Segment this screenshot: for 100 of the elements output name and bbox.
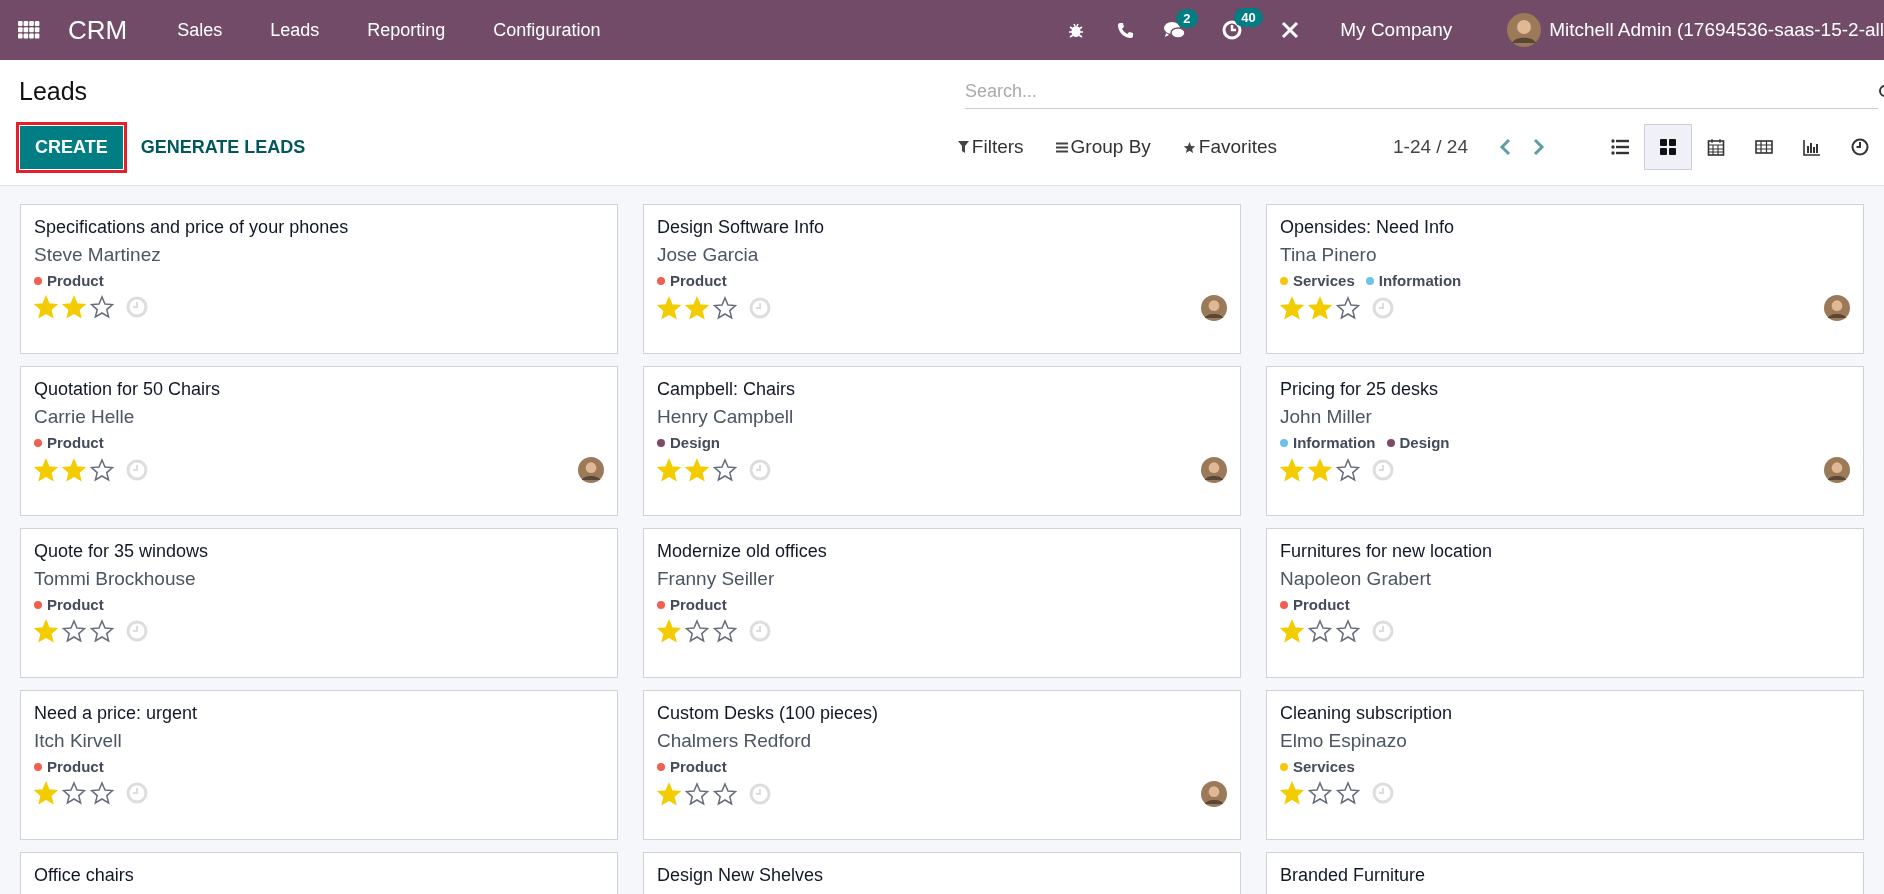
customer-name: Napoleon Grabert [1280, 568, 1433, 590]
create-button[interactable]: CREATE [20, 125, 123, 169]
priority-stars[interactable] [1280, 458, 1360, 482]
lead-title: Quotation for 50 Chairs [34, 379, 222, 400]
user-avatar-icon[interactable] [1507, 13, 1542, 47]
priority-stars[interactable] [1280, 296, 1360, 320]
lead-card[interactable]: Cleaning subscription Elmo Espinazo Services [1266, 690, 1864, 840]
assignee-avatar-icon[interactable] [1201, 457, 1227, 483]
priority-stars[interactable] [1280, 619, 1360, 643]
lead-card[interactable]: Quote for 35 windows Tommi Brockhouse Product [20, 528, 618, 678]
previous-page-icon[interactable] [1499, 138, 1511, 156]
lead-card[interactable]: Pricing for 25 desks John Miller Information Design [1266, 366, 1864, 516]
priority-stars[interactable] [34, 619, 114, 643]
kanban-icon [1659, 138, 1677, 156]
priority-stars[interactable] [657, 782, 737, 806]
customer-name: Itch Kirvell [34, 730, 123, 752]
priority-stars[interactable] [657, 458, 737, 482]
assignee-avatar-icon[interactable] [1824, 295, 1850, 321]
lead-card[interactable]: Furnitures for new location Napoleon Grabert Product [1266, 528, 1864, 678]
menu-item[interactable]: Leads [270, 19, 320, 41]
customer-name: Elmo Espinazo [1280, 730, 1408, 752]
menu-lines-icon [1055, 141, 1068, 153]
lead-title: Pricing for 25 desks [1280, 379, 1440, 400]
customer-name: Tommi Brockhouse [34, 568, 197, 590]
tag-label: Product [1293, 596, 1350, 613]
app-name[interactable]: CRM [68, 14, 128, 46]
lead-card[interactable]: Specifications and price of your phones Steve Martinez Product [20, 204, 618, 354]
generate-leads-button[interactable]: GENERATE LEADS [134, 135, 312, 159]
lead-title: Quote for 35 windows [34, 541, 210, 562]
lead-title: Modernize old offices [657, 541, 828, 562]
tag-label: Product [670, 596, 727, 613]
lead-title: Opensides: Need Info [1280, 217, 1456, 238]
lead-card[interactable]: Campbell: Chairs Henry Campbell Design [643, 366, 1241, 516]
lead-card[interactable]: Opensides: Need Info Tina Pinero Services Information [1266, 204, 1864, 354]
lead-title: Need a price: urgent [34, 703, 199, 724]
lead-title: Design Software Info [657, 217, 826, 238]
priority-stars[interactable] [34, 458, 114, 482]
filter-icon [957, 141, 969, 153]
pivot-icon [1755, 138, 1773, 156]
lead-title: Furnitures for new location [1280, 541, 1494, 562]
lead-title: Branded Furniture [1280, 865, 1427, 886]
tag-label: Design [670, 434, 720, 451]
menu-item[interactable]: Reporting [367, 19, 446, 41]
lead-title: Design New Shelves [657, 865, 825, 886]
graph-icon [1803, 138, 1821, 156]
assignee-avatar-icon[interactable] [578, 457, 604, 483]
message-count-badge: 2 [1176, 8, 1198, 28]
assignee-avatar-icon[interactable] [1824, 457, 1850, 483]
favorites-button[interactable]: Favorites [1176, 135, 1283, 159]
activity-count-badge: 40 [1234, 8, 1263, 27]
apps-menu-icon[interactable] [18, 21, 40, 39]
group-by-button[interactable]: Group By [1049, 135, 1157, 159]
priority-stars[interactable] [34, 295, 114, 319]
tag-label: Services [1293, 758, 1355, 775]
lead-card[interactable]: Need a price: urgent Itch Kirvell Product [20, 690, 618, 840]
tag-label: Product [47, 758, 104, 775]
lead-card[interactable]: Custom Desks (100 pieces) Chalmers Redford Product [643, 690, 1241, 840]
lead-card[interactable]: Design Software Info Jose Garcia Product [643, 204, 1241, 354]
lead-title: Office chairs [34, 865, 135, 886]
tag-label: Services [1293, 272, 1355, 289]
filters-button[interactable]: Filters [951, 135, 1030, 159]
activity-icon [1851, 138, 1869, 156]
priority-stars[interactable] [1280, 781, 1360, 805]
customer-name: Jose Garcia [657, 244, 760, 266]
assignee-avatar-icon[interactable] [1201, 295, 1227, 321]
tag-label: Design [1399, 434, 1450, 451]
phone-icon[interactable] [1117, 21, 1135, 39]
customer-name: Tina Pinero [1280, 244, 1378, 266]
star-icon [1182, 140, 1196, 154]
clock-icon[interactable] [1222, 20, 1243, 40]
lead-card[interactable]: Design New Shelves [643, 852, 1241, 894]
page-title: Leads [19, 77, 88, 106]
tag-label: Product [47, 596, 104, 613]
customer-name: Chalmers Redford [657, 730, 813, 752]
lead-card[interactable]: Modernize old offices Franny Seiller Product [643, 528, 1241, 678]
menu-item[interactable]: Sales [177, 19, 223, 41]
lead-title: Campbell: Chairs [657, 379, 797, 400]
lead-card[interactable]: Branded Furniture [1266, 852, 1864, 894]
lead-title: Custom Desks (100 pieces) [657, 703, 880, 724]
bug-icon[interactable] [1067, 21, 1086, 39]
next-page-icon[interactable] [1533, 138, 1545, 156]
lead-title: Specifications and price of your phones [34, 217, 350, 238]
kanban-view-button[interactable] [1644, 124, 1692, 170]
lead-card[interactable]: Quotation for 50 Chairs Carrie Helle Product [20, 366, 618, 516]
customer-name: Carrie Helle [34, 406, 136, 428]
tag-label: Information [1293, 434, 1376, 451]
assignee-avatar-icon[interactable] [1201, 781, 1227, 807]
priority-stars[interactable] [657, 296, 737, 320]
menu-item[interactable]: Configuration [493, 19, 601, 41]
tag-label: Information [1378, 272, 1462, 289]
customer-name: Franny Seiller [657, 568, 776, 590]
tag-label: Product [670, 758, 727, 775]
customer-name: Steve Martinez [34, 244, 162, 266]
lead-card[interactable]: Office chairs [20, 852, 618, 894]
company-switcher[interactable]: My Company [1340, 19, 1453, 41]
tag-label: Product [47, 434, 104, 451]
lead-title: Cleaning subscription [1280, 703, 1454, 724]
user-menu[interactable]: Mitchell Admin (17694536-saas-15-2-all [1549, 19, 1884, 41]
priority-stars[interactable] [657, 619, 737, 643]
priority-stars[interactable] [34, 781, 114, 805]
